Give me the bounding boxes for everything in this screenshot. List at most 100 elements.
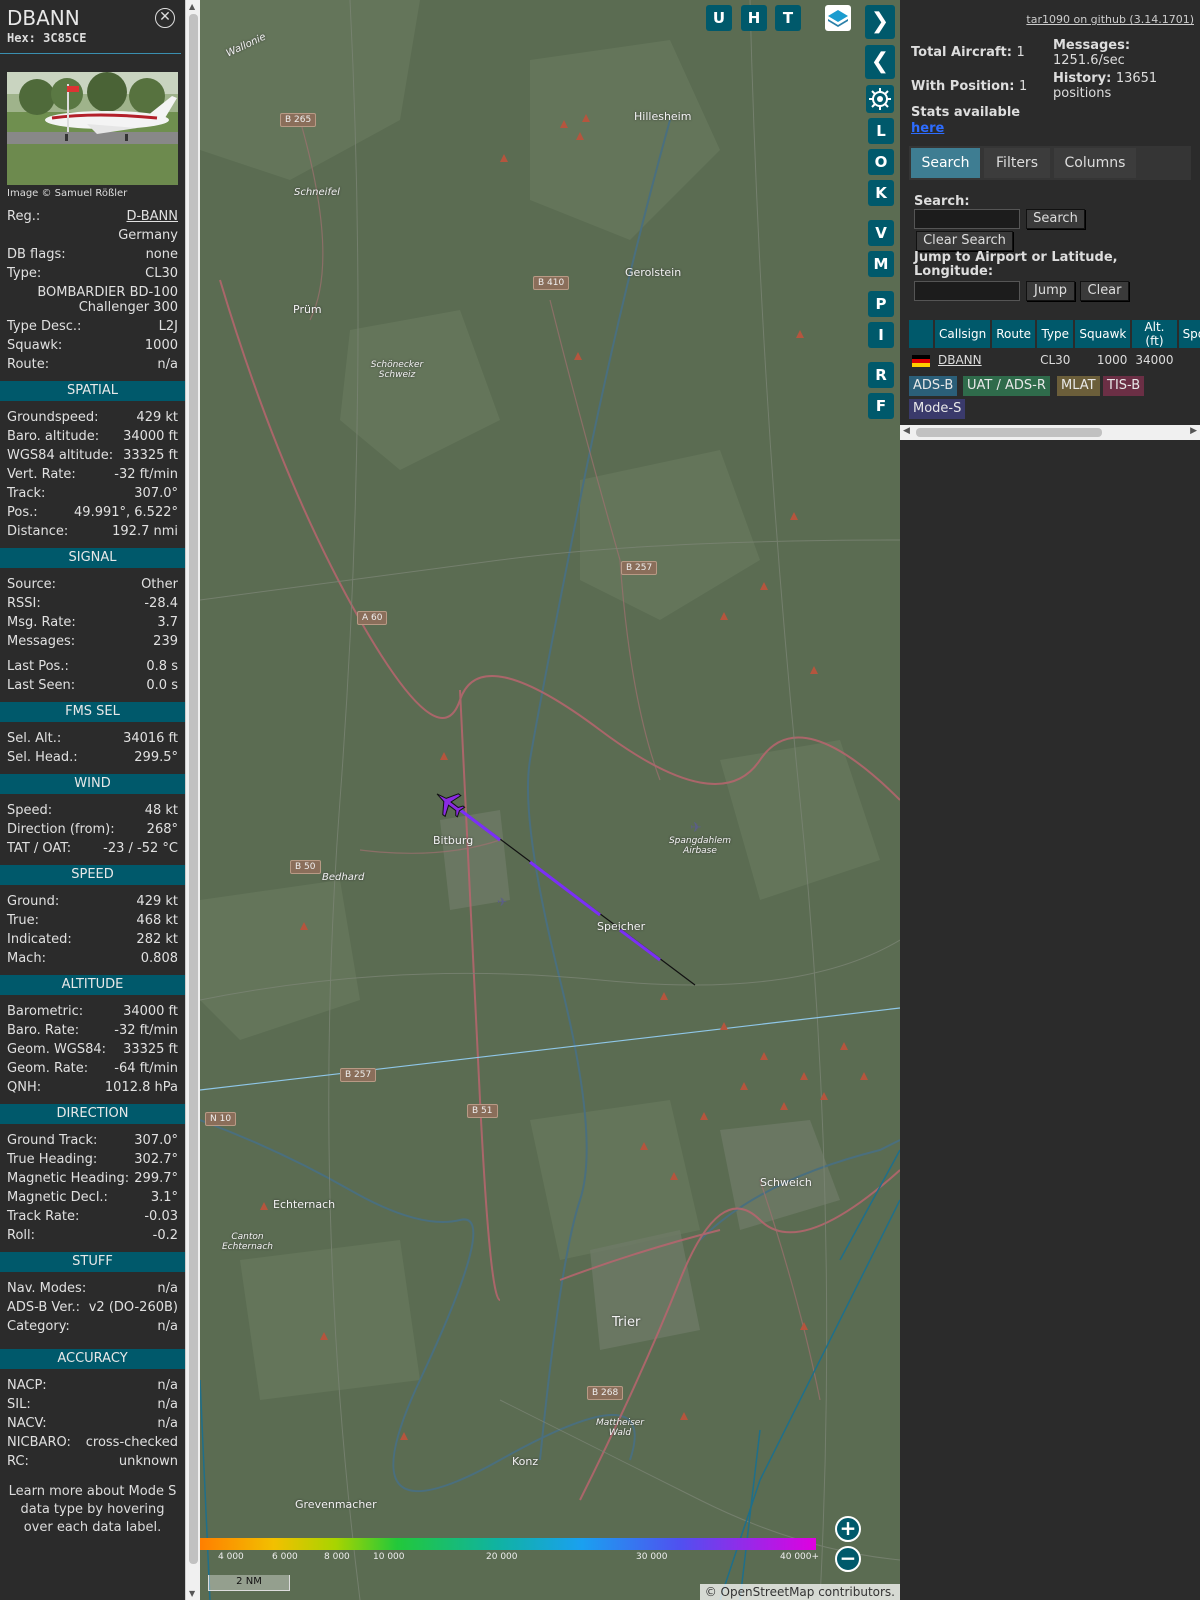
info-row-label[interactable]: Reg.: — [7, 207, 40, 226]
tab-search[interactable]: Search — [911, 148, 980, 178]
toggle-v-button[interactable]: V — [868, 220, 894, 246]
info-row-label[interactable]: Roll: — [7, 1226, 35, 1245]
column-header-speed[interactable]: Spd. — [1178, 320, 1200, 348]
info-row: RC: unknown — [0, 1452, 185, 1471]
settings-gear-icon[interactable] — [866, 85, 894, 113]
info-row-label[interactable]: TAT / OAT: — [7, 839, 71, 858]
toggle-r-button[interactable]: R — [868, 362, 894, 388]
close-icon[interactable]: ✕ — [155, 8, 175, 28]
tab-filters[interactable]: Filters — [984, 148, 1050, 178]
tab-columns[interactable]: Columns — [1054, 148, 1136, 178]
toggle-f-button[interactable]: F — [868, 393, 894, 419]
info-row-label[interactable]: True Heading: — [7, 1150, 97, 1169]
info-row-label[interactable]: QNH: — [7, 1078, 41, 1097]
layers-icon[interactable] — [825, 5, 851, 31]
info-row-label[interactable]: True: — [7, 911, 39, 930]
info-row-label[interactable]: ADS-B Ver.: — [7, 1298, 80, 1317]
stats-here-link[interactable]: here — [911, 121, 1020, 137]
toggle-k-button[interactable]: K — [868, 180, 894, 206]
column-header-flag[interactable] — [909, 320, 933, 348]
zoom-in-icon[interactable]: + — [835, 1516, 861, 1542]
map-canvas[interactable]: ✈ ✈ Hillesheim Gerolstein Prüm Bitburg S… — [200, 0, 900, 1600]
info-row-label[interactable]: Mach: — [7, 949, 46, 968]
info-row-label[interactable]: Baro. Rate: — [7, 1021, 79, 1040]
table-horizontal-scrollbar[interactable]: ◀ ▶ — [900, 425, 1200, 440]
info-row-label[interactable]: Speed: — [7, 801, 52, 820]
chevron-right-icon[interactable]: ❯ — [865, 5, 895, 39]
info-row-label[interactable]: Geom. WGS84: — [7, 1040, 106, 1059]
info-row-label[interactable]: Barometric: — [7, 1002, 83, 1021]
info-row-label[interactable]: Type Desc.: — [7, 317, 81, 336]
toggle-h-button[interactable]: H — [741, 5, 767, 31]
info-row-label[interactable]: Indicated: — [7, 930, 72, 949]
toggle-u-button[interactable]: U — [706, 5, 732, 31]
column-header-squawk[interactable]: Squawk — [1075, 320, 1131, 348]
info-row-value[interactable]: D-BANN — [127, 207, 179, 226]
scroll-left-icon[interactable]: ◀ — [903, 426, 910, 436]
info-row-label[interactable]: RC: — [7, 1452, 29, 1471]
column-header-callsign[interactable]: Callsign — [935, 320, 991, 348]
info-row-label[interactable]: NACP: — [7, 1376, 47, 1395]
jump-input[interactable] — [914, 281, 1020, 301]
clear-search-button[interactable]: Clear Search — [916, 231, 1013, 251]
info-row-label[interactable]: Sel. Alt.: — [7, 729, 61, 748]
search-button[interactable]: Search — [1026, 209, 1085, 229]
aircraft-marker[interactable] — [432, 786, 466, 820]
column-header-type[interactable]: Type — [1037, 320, 1074, 348]
info-row-label[interactable]: Track: — [7, 484, 45, 503]
toggle-o-button[interactable]: O — [868, 149, 894, 175]
info-row-label[interactable]: Squawk: — [7, 336, 62, 355]
info-row-label[interactable]: Ground Track: — [7, 1131, 97, 1150]
info-row-label[interactable]: Direction (from): — [7, 820, 115, 839]
info-row-label[interactable]: Magnetic Heading: — [7, 1169, 129, 1188]
scroll-up-icon[interactable]: ▲ — [189, 2, 195, 11]
scroll-right-icon[interactable]: ▶ — [1190, 426, 1197, 436]
toggle-i-button[interactable]: I — [868, 322, 894, 348]
map-attribution[interactable]: © OpenStreetMap contributors. — [699, 1584, 900, 1600]
info-row-label[interactable]: WGS84 altitude: — [7, 446, 113, 465]
info-row-label[interactable]: Type: — [7, 264, 41, 283]
jump-button[interactable]: Jump — [1026, 281, 1075, 301]
info-row-label[interactable]: Msg. Rate: — [7, 613, 76, 632]
info-row-label[interactable]: SIL: — [7, 1395, 31, 1414]
toggle-l-button[interactable]: L — [868, 118, 894, 144]
info-row-label[interactable]: Pos.: — [7, 503, 38, 522]
info-row-label[interactable]: Messages: — [7, 632, 75, 651]
info-scrollbar[interactable]: ▲ ▼ — [185, 0, 200, 1600]
info-row-label[interactable]: NICBARO: — [7, 1433, 71, 1452]
info-row-label[interactable]: Magnetic Decl.: — [7, 1188, 108, 1207]
info-row-label[interactable]: Route: — [7, 355, 49, 374]
info-row-label[interactable]: Last Pos.: — [7, 657, 69, 676]
chevron-left-icon[interactable]: ❮ — [865, 45, 895, 79]
aircraft-photo[interactable] — [7, 72, 178, 185]
info-row-label[interactable]: Baro. altitude: — [7, 427, 99, 446]
info-row-label[interactable]: Ground: — [7, 892, 59, 911]
clear-jump-button[interactable]: Clear — [1080, 281, 1129, 301]
info-row-label[interactable]: Groundspeed: — [7, 408, 98, 427]
info-row-label[interactable]: DB flags: — [7, 245, 66, 264]
version-link[interactable]: tar1090 on github (3.14.1701) — [1026, 13, 1194, 26]
info-row-label[interactable]: NACV: — [7, 1414, 47, 1433]
info-row-label[interactable]: RSSI: — [7, 594, 41, 613]
info-row-label[interactable]: Last Seen: — [7, 676, 75, 695]
info-row-label[interactable]: Source: — [7, 575, 56, 594]
search-input[interactable] — [914, 209, 1020, 229]
toggle-t-button[interactable]: T — [775, 5, 801, 31]
toggle-m-button[interactable]: M — [868, 251, 894, 277]
column-header-altitude[interactable]: Alt. (ft) — [1132, 320, 1177, 348]
info-row-label[interactable]: Category: — [7, 1317, 70, 1336]
column-header-route[interactable]: Route — [992, 320, 1036, 348]
toggle-p-button[interactable]: P — [868, 291, 894, 317]
table-row[interactable]: DBANN CL30 1000 34000 4 — [909, 350, 1200, 370]
legend-badge: ADS-B — [909, 376, 958, 396]
scroll-thumb[interactable] — [189, 14, 198, 1564]
scroll-down-icon[interactable]: ▼ — [189, 1589, 195, 1598]
info-row-label[interactable]: Vert. Rate: — [7, 465, 76, 484]
info-row-label[interactable]: Nav. Modes: — [7, 1279, 86, 1298]
scroll-thumb[interactable] — [916, 428, 1102, 437]
info-row-label[interactable]: Track Rate: — [7, 1207, 79, 1226]
info-row-label[interactable]: Sel. Head.: — [7, 748, 78, 767]
info-row-label[interactable]: Geom. Rate: — [7, 1059, 88, 1078]
info-row-label[interactable]: Distance: — [7, 522, 68, 541]
row-callsign[interactable]: DBANN — [935, 350, 990, 370]
